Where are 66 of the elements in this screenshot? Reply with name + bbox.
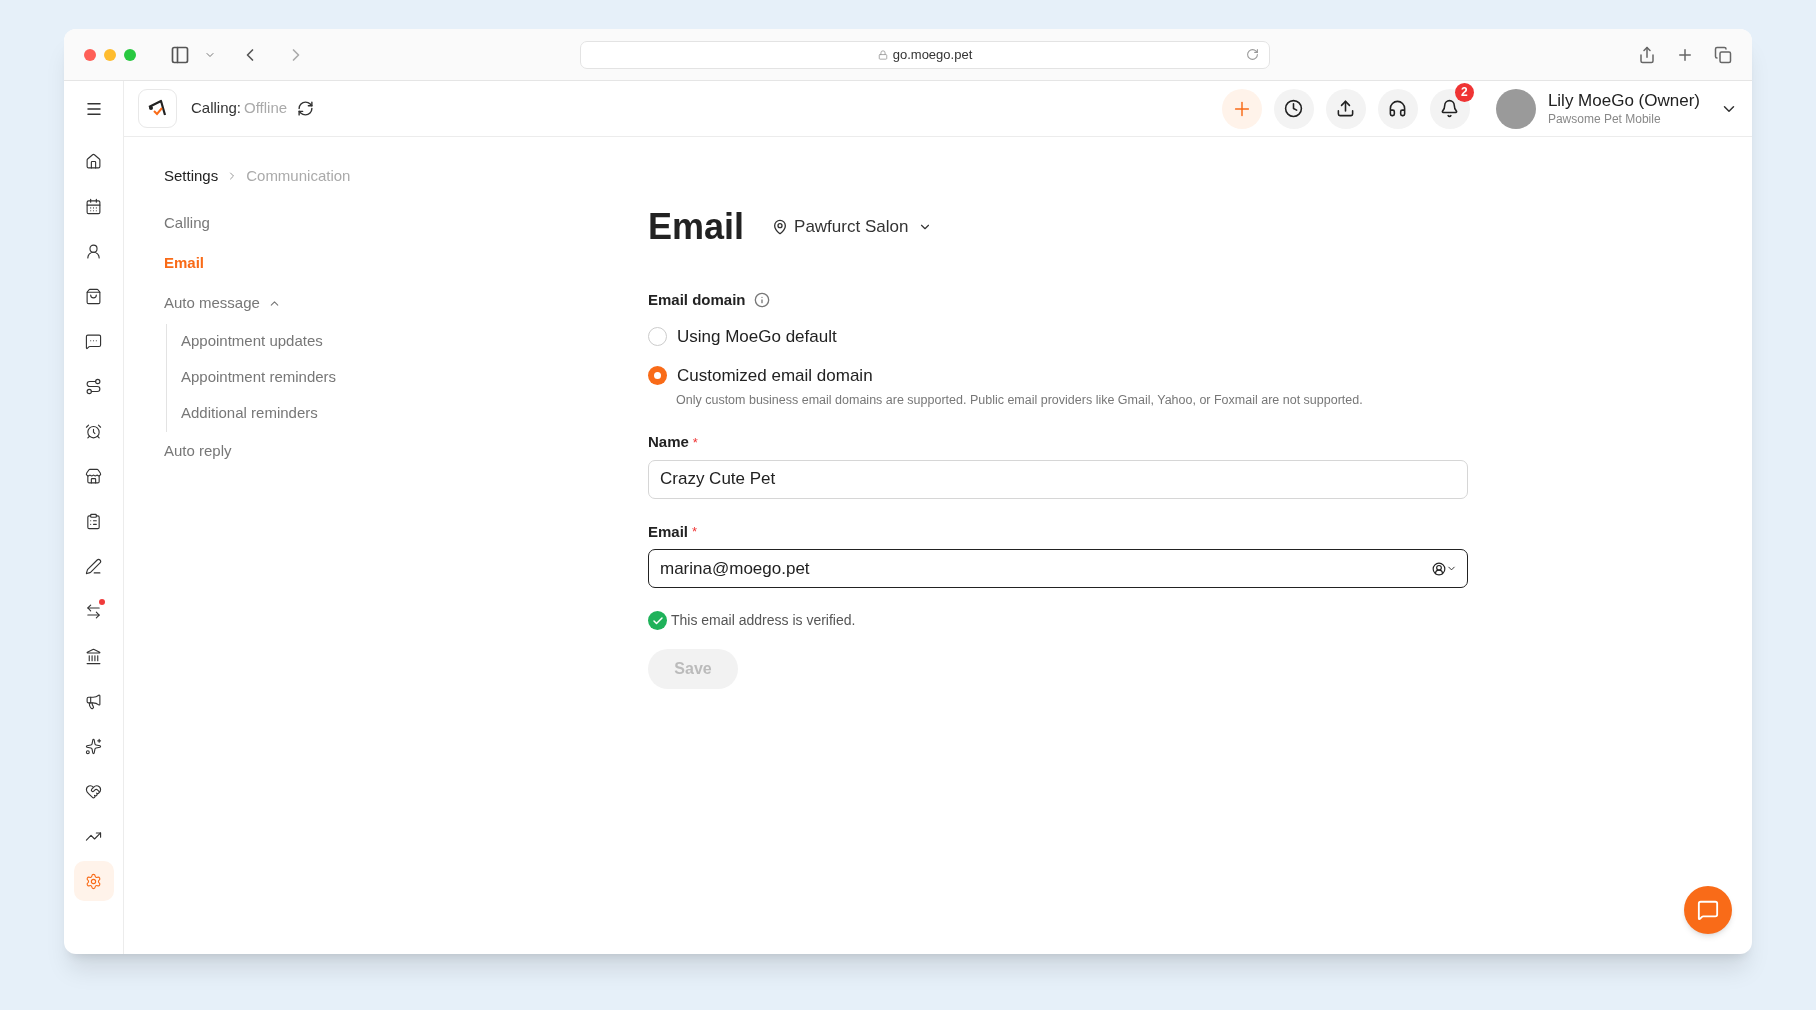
breadcrumb-link[interactable]: Settings <box>164 165 219 188</box>
text-input[interactable]: Crazy Cute Pet <box>648 459 1468 499</box>
field-label: Email <box>648 521 689 542</box>
chat-button[interactable] <box>1684 886 1732 934</box>
settings-nav-item[interactable]: Auto message <box>164 292 260 315</box>
calling-label: Calling: <box>191 98 242 119</box>
chat-icon <box>85 332 102 350</box>
bag-icon <box>85 287 102 305</box>
address-text: go.moego.pet <box>892 45 973 64</box>
arrows-icon <box>85 602 102 620</box>
page-title: Email <box>648 209 745 245</box>
headset-icon <box>1388 99 1408 118</box>
stars-icon <box>85 737 102 755</box>
alarm-clock-icon <box>85 422 102 440</box>
calling-status: Offline <box>244 98 288 119</box>
clipboard-icon <box>85 512 102 530</box>
tabs-icon[interactable] <box>1714 45 1732 64</box>
field-label: Name <box>648 432 689 453</box>
lock-icon <box>877 49 888 60</box>
required-mark: * <box>692 523 698 542</box>
hint-text: Only custom business email domains are supported. Public email providers like Gmail, Yahoo, or Foxmail are not supported. <box>676 391 1364 409</box>
bank-icon <box>85 647 102 665</box>
settings-subnav-item[interactable]: Additional reminders <box>181 402 318 425</box>
upload-icon <box>1336 99 1356 118</box>
location-selector[interactable]: Pawfurct Salon <box>772 214 933 240</box>
settings-nav-item[interactable]: Email <box>164 252 205 275</box>
user-name: Lily MoeGo (Owner) <box>1547 90 1700 112</box>
calendar-icon <box>85 197 102 215</box>
menu-icon[interactable] <box>84 100 103 118</box>
settings-nav-item[interactable]: Calling <box>164 212 210 235</box>
share-icon[interactable] <box>1638 45 1656 64</box>
storefront-icon <box>85 467 102 485</box>
account-dropdown-icon <box>1432 561 1457 576</box>
notification-badge: 2 <box>1454 82 1474 102</box>
settings-nav-item[interactable]: Auto reply <box>164 440 232 463</box>
email-select[interactable]: marina@moego.pet <box>648 549 1468 589</box>
close-window-icon[interactable] <box>84 48 96 61</box>
breadcrumb-current: Communication <box>246 166 351 186</box>
avatar[interactable] <box>1495 88 1536 129</box>
clock-icon <box>1284 99 1304 118</box>
route-icon <box>85 377 102 395</box>
sidebar-toggle-icon[interactable] <box>170 44 190 65</box>
radio-button[interactable] <box>648 366 667 386</box>
reload-icon[interactable] <box>1246 48 1259 61</box>
pencil-icon <box>85 557 102 575</box>
business-name: Pawsome Pet Mobile <box>1547 111 1662 127</box>
info-icon[interactable] <box>753 292 770 309</box>
verification-text: This email address is verified. <box>671 611 856 631</box>
required-mark: * <box>692 433 698 452</box>
app-logo[interactable] <box>138 89 177 128</box>
settings-subnav-item[interactable]: Appointment reminders <box>181 366 337 389</box>
map-pin-icon <box>772 219 789 235</box>
home-icon <box>85 152 102 170</box>
radio-option[interactable]: Customized email domain <box>648 363 1712 389</box>
refresh-icon[interactable] <box>297 100 315 117</box>
megaphone-icon <box>85 692 102 710</box>
settings-subnav-item[interactable]: Appointment updates <box>181 330 323 353</box>
radio-button[interactable] <box>648 326 667 346</box>
chat-icon <box>1697 899 1719 921</box>
settings-icon <box>85 872 102 890</box>
email-domain-label: Email domain <box>648 290 746 310</box>
notifications-button[interactable] <box>1429 88 1470 129</box>
person-icon <box>85 242 102 260</box>
bell-icon <box>1440 99 1460 118</box>
radio-option[interactable]: Using MoeGo default <box>648 323 1712 349</box>
address-bar[interactable]: go.moego.pet <box>580 40 1270 69</box>
